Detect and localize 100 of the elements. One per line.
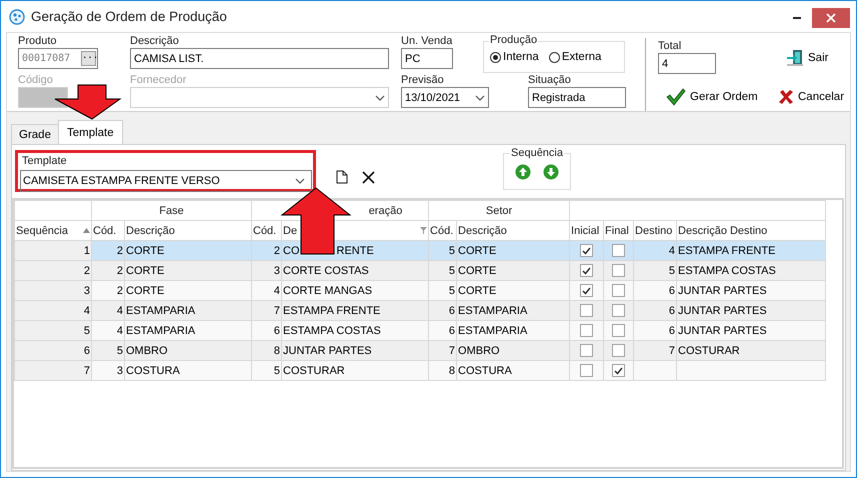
field-label: Produto: [18, 35, 58, 47]
column-header[interactable]: Sequência: [14, 220, 92, 240]
table-cell: ESTAMPARIA: [456, 300, 570, 320]
table-cell: 5: [252, 360, 282, 380]
table-cell: 2: [14, 260, 92, 280]
table-cell: 7: [634, 340, 677, 360]
group-label: Produção: [489, 34, 538, 46]
table-cell: JUNTAR PARTES: [282, 340, 429, 360]
checkbox[interactable]: [612, 344, 626, 357]
close-icon: [778, 88, 794, 104]
checkbox[interactable]: [580, 304, 594, 317]
table-cell: 5: [92, 340, 124, 360]
status-field[interactable]: Registrada: [528, 87, 626, 108]
column-header[interactable]: Final: [604, 220, 634, 240]
checkbox[interactable]: [612, 264, 626, 277]
column-group-header: Setor: [428, 200, 570, 220]
column-header[interactable]: Cód.: [252, 220, 282, 240]
checkbox[interactable]: [612, 284, 626, 297]
column-header[interactable]: Descrição: [456, 220, 570, 240]
move-up-icon[interactable]: [515, 164, 531, 180]
table-cell: CORTE: [124, 240, 252, 260]
lookup-button[interactable]: ...: [81, 51, 96, 66]
checkbox[interactable]: [612, 304, 626, 317]
table-cell: 7: [428, 340, 457, 360]
table-cell: ESTAMPARIA: [124, 300, 252, 320]
template-dropdown[interactable]: CAMISETA ESTAMPA FRENTE VERSO: [20, 170, 312, 192]
column-header[interactable]: Inicial: [570, 220, 604, 240]
table-cell: 6: [428, 300, 457, 320]
checkbox[interactable]: [580, 284, 594, 297]
table-cell: COSTURA: [456, 360, 570, 380]
field-label: Código: [18, 74, 54, 86]
product-code-field[interactable]: 00017087 ...: [18, 48, 98, 69]
close-button[interactable]: [812, 8, 850, 28]
delete-icon[interactable]: [362, 170, 375, 184]
cancel-button[interactable]: Cancelar: [778, 88, 844, 104]
group-label: Sequência: [510, 147, 564, 159]
unit-field[interactable]: PC: [401, 48, 453, 69]
table-cell: 1: [14, 240, 92, 260]
radio-option[interactable]: Interna: [490, 51, 539, 63]
table-cell: CORTE: [124, 280, 252, 300]
table-cell: ESTAMPA COSTAS: [676, 260, 826, 280]
table-cell: 8: [428, 360, 457, 380]
column-header[interactable]: Cód.: [92, 220, 124, 240]
checkbox[interactable]: [580, 344, 594, 357]
description-field[interactable]: CAMISA LIST.: [130, 48, 389, 69]
checkbox[interactable]: [612, 324, 626, 337]
column-header[interactable]: Descrição: [124, 220, 252, 240]
table-cell: COSTURA: [124, 360, 252, 380]
filter-icon: [420, 227, 428, 234]
tab[interactable]: Template: [58, 120, 123, 144]
table-cell: JUNTAR PARTES: [676, 280, 826, 300]
column-header[interactable]: Destino: [634, 220, 677, 240]
table-cell: 6: [634, 300, 677, 320]
table-cell: 6: [634, 280, 677, 300]
table-cell: ESTAMPA COSTAS: [282, 320, 429, 340]
exit-button[interactable]: Sair: [786, 48, 828, 66]
radio-option[interactable]: Externa: [548, 51, 602, 63]
table-cell: 4: [252, 280, 282, 300]
table-cell: ESTAMPA FRENTE: [676, 240, 826, 260]
tab[interactable]: Grade: [11, 124, 59, 144]
total-field[interactable]: 4: [658, 53, 716, 74]
table-cell: CORTE MANGAS: [282, 280, 429, 300]
date-picker[interactable]: 13/10/2021: [401, 87, 489, 108]
table-cell: CORTE: [456, 240, 570, 260]
table-cell: 3: [14, 280, 92, 300]
table-cell: CORTE: [124, 260, 252, 280]
table-cell: 4: [92, 320, 124, 340]
checkbox[interactable]: [612, 244, 626, 257]
field-label: Fornecedor: [130, 74, 188, 86]
table-cell: CORTE: [456, 260, 570, 280]
table-cell: COSTURAR: [282, 360, 429, 380]
table-cell: 4: [14, 300, 92, 320]
table-cell: JUNTAR PARTES: [676, 300, 826, 320]
field-label: Situação: [528, 74, 572, 86]
window-title: Geração de Ordem de Produção: [31, 9, 227, 24]
checkbox[interactable]: [580, 244, 594, 257]
sort-ascending-icon: [83, 228, 90, 233]
table-cell: OMBRO: [456, 340, 570, 360]
table-cell: OMBRO: [124, 340, 252, 360]
table-cell: 2: [252, 240, 282, 260]
checkbox[interactable]: [580, 264, 594, 277]
table-cell: CORTE: [456, 280, 570, 300]
column-group-header: Fase: [92, 200, 252, 220]
checkbox[interactable]: [580, 324, 594, 337]
close-icon: [826, 13, 836, 23]
table-cell: 5: [428, 260, 457, 280]
move-down-icon[interactable]: [543, 164, 559, 180]
checkbox[interactable]: [580, 364, 594, 377]
table-cell: 7: [252, 300, 282, 320]
app-icon: [9, 8, 25, 24]
checkbox[interactable]: [612, 364, 626, 377]
table-cell: 7: [14, 360, 92, 380]
table-cell: 5: [14, 320, 92, 340]
new-document-icon[interactable]: [336, 170, 348, 184]
table-cell: 8: [252, 340, 282, 360]
column-header[interactable]: Cód.: [428, 220, 457, 240]
confirm-button[interactable]: Gerar Ordem: [666, 88, 758, 106]
table-cell: ESTAMPARIA: [124, 320, 252, 340]
table-cell: 5: [428, 240, 457, 260]
column-header[interactable]: Descrição Destino: [676, 220, 826, 240]
